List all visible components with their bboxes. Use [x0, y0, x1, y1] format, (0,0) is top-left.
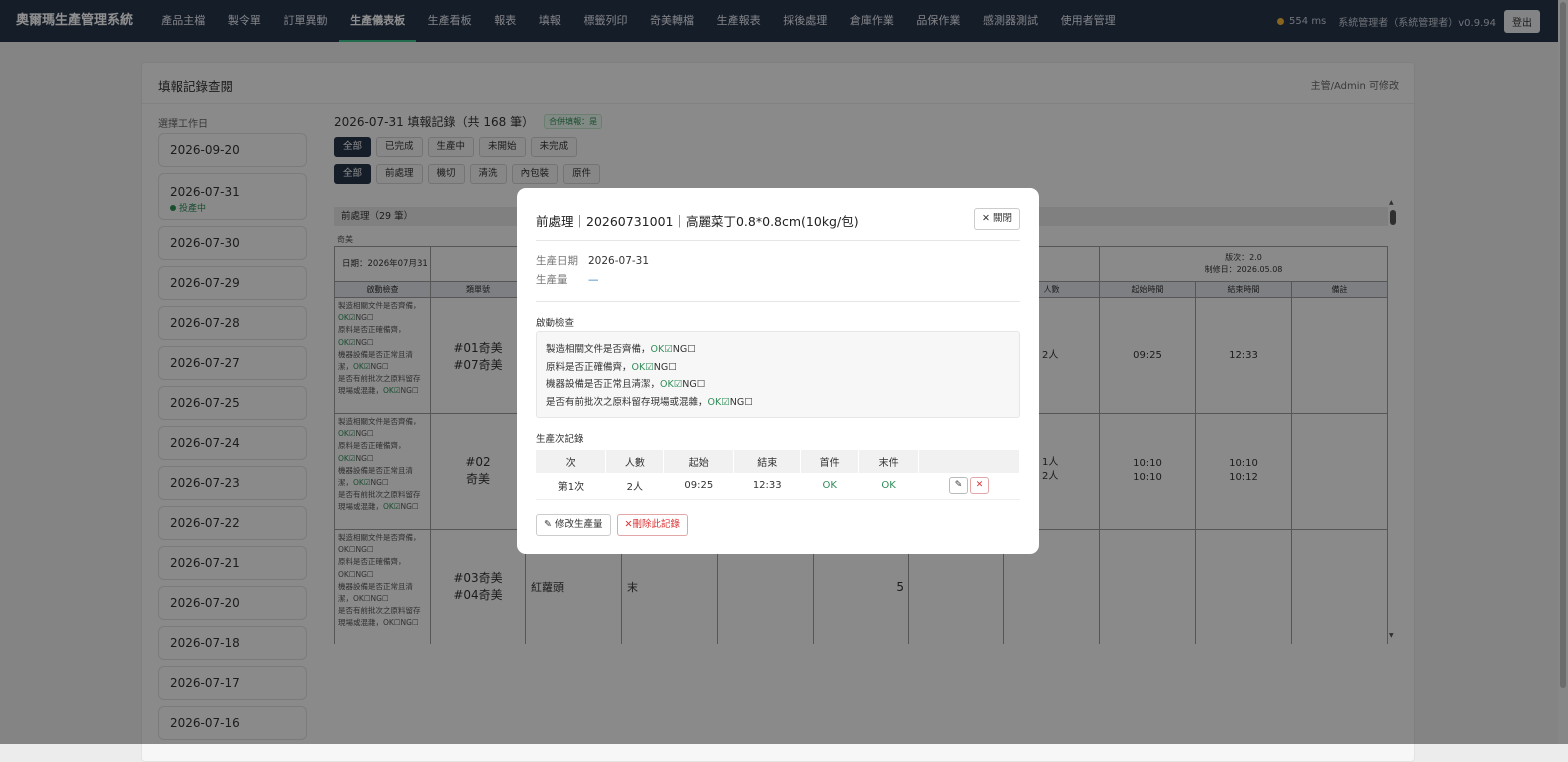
batch-cell: 第1次 — [536, 473, 606, 500]
batch-header: 人數 — [605, 450, 665, 473]
check-item: 是否有前批次之原料留存現場或混雜，OK☑NG☐ — [546, 394, 1010, 412]
delete-batch-button[interactable]: ✕ — [970, 477, 990, 495]
production-info: 生產日期 2026-07-31 生產量 — — [536, 253, 649, 291]
check-question: 原料是否正確備齊， — [546, 361, 632, 373]
qty-value: — — [588, 274, 599, 286]
delete-record-label: 刪除此記錄 — [632, 519, 680, 530]
edit-icon: ✎ — [954, 480, 963, 491]
batch-cell: 09:25 — [663, 473, 734, 500]
batch-actions: ✎ ✕ — [918, 473, 1020, 500]
record-detail-modal: 前處理｜20260731001｜高麗菜丁0.8*0.8cm(10kg/包) ✕ … — [517, 188, 1039, 554]
check-ng: NG☐ — [682, 379, 706, 391]
check-item: 製造相關文件是否齊備，OK☑NG☐ — [546, 341, 1010, 359]
batch-cell: OK — [858, 473, 919, 500]
date-label: 生產日期 — [536, 255, 578, 267]
check-ok: OK☑ — [650, 344, 673, 355]
batch-header-row: 次人數 起始 結束 首件 末件 — [536, 450, 1020, 473]
edit-qty-label: 修改生產量 — [555, 519, 603, 530]
check-item: 機器設備是否正常且清潔，OK☑NG☐ — [546, 376, 1010, 394]
close-icon: ✕ — [981, 213, 990, 224]
check-question: 是否有前批次之原料留存現場或混雜， — [546, 396, 708, 408]
close-button[interactable]: ✕ 關閉 — [973, 208, 1020, 230]
edit-qty-button[interactable]: ✎ 修改生產量 — [536, 514, 611, 536]
batch-table: 次人數 起始 結束 首件 末件 第1次 2人 09:25 12:33 OK OK ✎ ✕ — [536, 450, 1020, 500]
delete-record-button[interactable]: ✕刪除此記錄 — [616, 514, 688, 536]
date-value: 2026-07-31 — [588, 255, 650, 267]
modal-title: 前處理｜20260731001｜高麗菜丁0.8*0.8cm(10kg/包) — [536, 214, 859, 229]
check-ok: OK☑ — [707, 396, 730, 408]
batch-cell: OK — [800, 473, 859, 500]
check-question: 機器設備是否正常且清潔， — [546, 379, 661, 391]
batch-row: 第1次 2人 09:25 12:33 OK OK ✎ ✕ — [536, 473, 1020, 500]
batch-cell: 2人 — [605, 473, 664, 500]
divider — [536, 301, 1020, 302]
edit-batch-button[interactable]: ✎ — [949, 477, 969, 495]
check-item: 原料是否正確備齊，OK☑NG☐ — [546, 359, 1010, 377]
batch-cell: 12:33 — [733, 473, 801, 500]
check-title: 啟動檢查 — [536, 318, 575, 329]
delete-icon: ✕ — [975, 480, 984, 491]
batch-title: 生產次記錄 — [536, 434, 584, 445]
check-ok: OK☑ — [631, 361, 654, 373]
edit-icon: ✎ — [544, 519, 552, 530]
batch-header: 結束 — [733, 450, 802, 473]
startup-check-box: 製造相關文件是否齊備，OK☑NG☐ 原料是否正確備齊，OK☑NG☐ 機器設備是否正常… — [536, 331, 1020, 418]
qty-label: 生產量 — [536, 274, 568, 286]
check-ng: NG☐ — [729, 396, 753, 408]
check-ng: NG☐ — [672, 344, 696, 355]
batch-header: 起始 — [663, 450, 735, 473]
batch-header-actions — [918, 450, 1020, 473]
modal-actions: ✎ 修改生產量 ✕刪除此記錄 — [536, 514, 688, 536]
check-question: 製造相關文件是否齊備， — [546, 344, 651, 355]
close-label: 關閉 — [992, 213, 1012, 224]
batch-header: 次 — [536, 450, 607, 473]
divider — [536, 240, 1020, 241]
check-ng: NG☐ — [653, 361, 677, 373]
check-ok: OK☑ — [660, 379, 683, 391]
batch-header: 末件 — [858, 450, 920, 473]
batch-header: 首件 — [800, 450, 860, 473]
